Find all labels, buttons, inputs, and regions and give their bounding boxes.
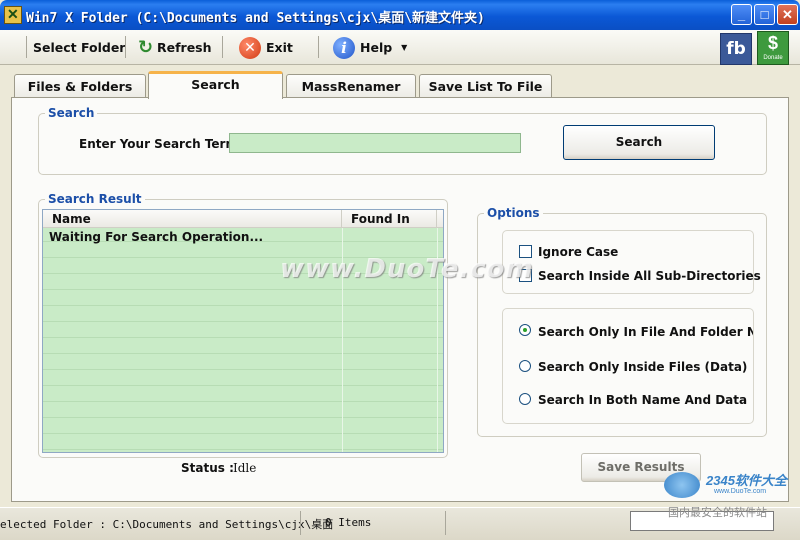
items-count: 0 Items (325, 516, 372, 529)
options-group-title: Options (484, 206, 543, 220)
status-value: Idle (233, 461, 257, 475)
title-bar: Win7 X Folder (C:\Documents and Settings… (0, 0, 800, 30)
search-both-label[interactable]: Search In Both Name And Data (538, 393, 747, 407)
list-item: Waiting For Search Operation... (49, 230, 264, 244)
help-label: Help (360, 40, 393, 55)
window-title: Win7 X Folder (C:\Documents and Settings… (26, 11, 485, 26)
tab-search[interactable]: Search (148, 71, 283, 99)
statusbar-separator (445, 511, 446, 535)
checkbox-options-box (502, 230, 754, 294)
search-data-radio[interactable] (519, 360, 531, 372)
tab-save-list[interactable]: Save List To File (419, 74, 552, 98)
search-names-radio[interactable] (519, 324, 531, 336)
search-data-label[interactable]: Search Only Inside Files (Data) (538, 360, 747, 374)
app-icon (4, 6, 22, 24)
subdirectories-label[interactable]: Search Inside All Sub-Directories (538, 269, 761, 283)
refresh-icon: ↻ (138, 36, 154, 58)
watermark-brand: 2345软件大全 (706, 473, 787, 488)
watermark-slogan: 国内最安全的软件站 (668, 507, 767, 519)
search-term-label: Enter Your Search Term (79, 137, 238, 151)
selected-folder-status: elected Folder : C:\Documents and Settin… (0, 518, 334, 531)
statusbar-separator (300, 511, 301, 535)
search-input[interactable] (229, 133, 521, 153)
search-both-radio[interactable] (519, 393, 531, 405)
maximize-button[interactable]: □ (754, 4, 775, 25)
dollar-icon: $ (767, 33, 778, 53)
select-folder-label: Select Folder (33, 40, 126, 55)
tab-files-folders[interactable]: Files & Folders (14, 74, 146, 98)
toolbar-separator (318, 36, 319, 58)
search-group-title: Search (45, 106, 98, 120)
mascot-logo-icon (664, 472, 700, 498)
chevron-down-icon: ▼ (401, 43, 408, 52)
duote-watermark: www.DuoTe.com (280, 254, 534, 284)
results-list[interactable]: Name Found In Waiting For Search Operati… (42, 209, 444, 453)
exit-button[interactable]: ✕ Exit (239, 34, 293, 61)
minimize-button[interactable]: _ (731, 4, 752, 25)
help-button[interactable]: i Help ▼ (333, 34, 407, 61)
donate-label: Donate (763, 55, 783, 61)
search-result-title: Search Result (45, 192, 145, 206)
column-header-found-in[interactable]: Found In (342, 210, 437, 228)
refresh-label: Refresh (157, 40, 212, 55)
status-label: Status : (181, 461, 234, 475)
select-folder-button[interactable]: Select Folder (33, 34, 125, 61)
results-list-header: Name Found In (43, 210, 443, 228)
help-icon: i (333, 36, 355, 59)
search-names-label[interactable]: Search Only In File And Folder Nam (538, 325, 753, 339)
site-watermark: 2345软件大全 www.DuoTe.com 国内最安全的软件站 (664, 470, 800, 526)
column-header-name[interactable]: Name (43, 210, 342, 228)
donate-button[interactable]: $ Donate (757, 31, 789, 65)
toolbar: Select Folder ↻ Refresh ✕ Exit i Help ▼ (0, 30, 800, 65)
close-button[interactable]: ✕ (777, 4, 798, 25)
ignore-case-label[interactable]: Ignore Case (538, 245, 618, 259)
facebook-button[interactable]: fb (720, 33, 752, 65)
toolbar-separator (26, 36, 27, 58)
refresh-button[interactable]: ↻ Refresh (138, 34, 212, 61)
toolbar-separator (125, 36, 126, 58)
toolbar-separator (222, 36, 223, 58)
search-button[interactable]: Search (563, 125, 715, 160)
watermark-url: www.DuoTe.com (714, 488, 767, 495)
exit-icon: ✕ (239, 36, 261, 59)
tab-mass-renamer[interactable]: MassRenamer (286, 74, 416, 98)
exit-label: Exit (266, 40, 293, 55)
